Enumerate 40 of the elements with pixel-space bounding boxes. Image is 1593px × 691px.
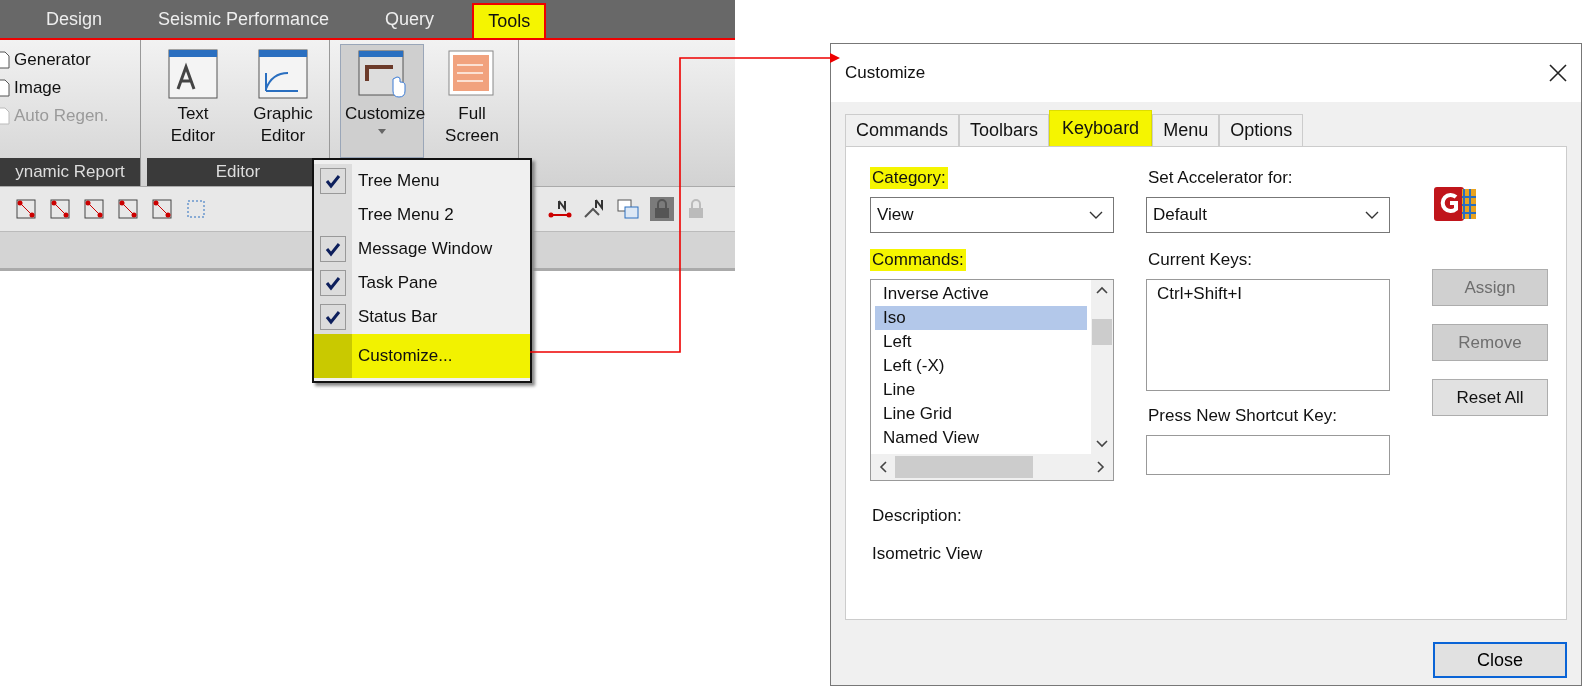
ribbon-button[interactable]: Customize (340, 44, 424, 158)
list-item[interactable]: Left (875, 330, 1087, 354)
dialog-tab[interactable]: Menu (1152, 114, 1220, 146)
dialog-tab[interactable]: Options (1219, 114, 1304, 146)
menu-item[interactable]: Status Bar (314, 300, 530, 334)
category-dropdown[interactable]: View (870, 197, 1114, 233)
ribbon-item[interactable]: Generator (0, 50, 109, 70)
ribbon-tab[interactable]: Design (38, 9, 111, 38)
description-text: Isometric View (871, 543, 984, 565)
ribbon-tab[interactable]: Tools (472, 3, 547, 38)
list-item[interactable]: Left (-X) (875, 354, 1087, 378)
list-item[interactable]: Inverse Active (875, 282, 1087, 306)
list-item[interactable]: Named View (875, 426, 1087, 450)
field-label: Press New Shortcut Key: (1147, 405, 1338, 427)
field-label: Current Keys: (1147, 249, 1253, 271)
menu-item[interactable]: Customize... (314, 334, 530, 378)
field-label: Commands: (870, 249, 966, 271)
ribbon-tab[interactable]: Query (377, 9, 443, 38)
dialog-tab[interactable]: Toolbars (959, 114, 1050, 146)
menu-item[interactable]: Tree Menu 2 (314, 198, 530, 232)
list-item[interactable]: Line Grid (875, 402, 1087, 426)
list-item[interactable]: Line (875, 378, 1087, 402)
ribbon-button[interactable]: Full Screen (430, 44, 514, 158)
dialog-button[interactable]: Reset All (1432, 379, 1548, 416)
close-button[interactable]: Close (1433, 642, 1567, 678)
group-label: ynamic Report (0, 158, 140, 186)
field-label: Category: (870, 167, 948, 189)
menu-item[interactable]: Task Pane (314, 266, 530, 300)
ribbon-item[interactable]: Image (0, 78, 109, 98)
list-item[interactable]: Ctrl+Shift+I (1157, 284, 1379, 304)
dialog-tab[interactable]: Commands (845, 114, 960, 146)
description-label: Description: (871, 505, 963, 527)
ribbon-button[interactable]: Graphic Editor (241, 44, 325, 158)
dialog-title: Customize (845, 63, 926, 83)
ribbon-button[interactable]: Text Editor (151, 44, 235, 158)
field-label: Set Accelerator for: (1147, 167, 1294, 189)
ribbon-tab[interactable]: Seismic Performance (150, 9, 338, 38)
accelerator-dropdown[interactable]: Default (1146, 197, 1390, 233)
dialog-tab[interactable]: Keyboard (1049, 110, 1153, 146)
list-item[interactable]: Iso (875, 306, 1087, 330)
